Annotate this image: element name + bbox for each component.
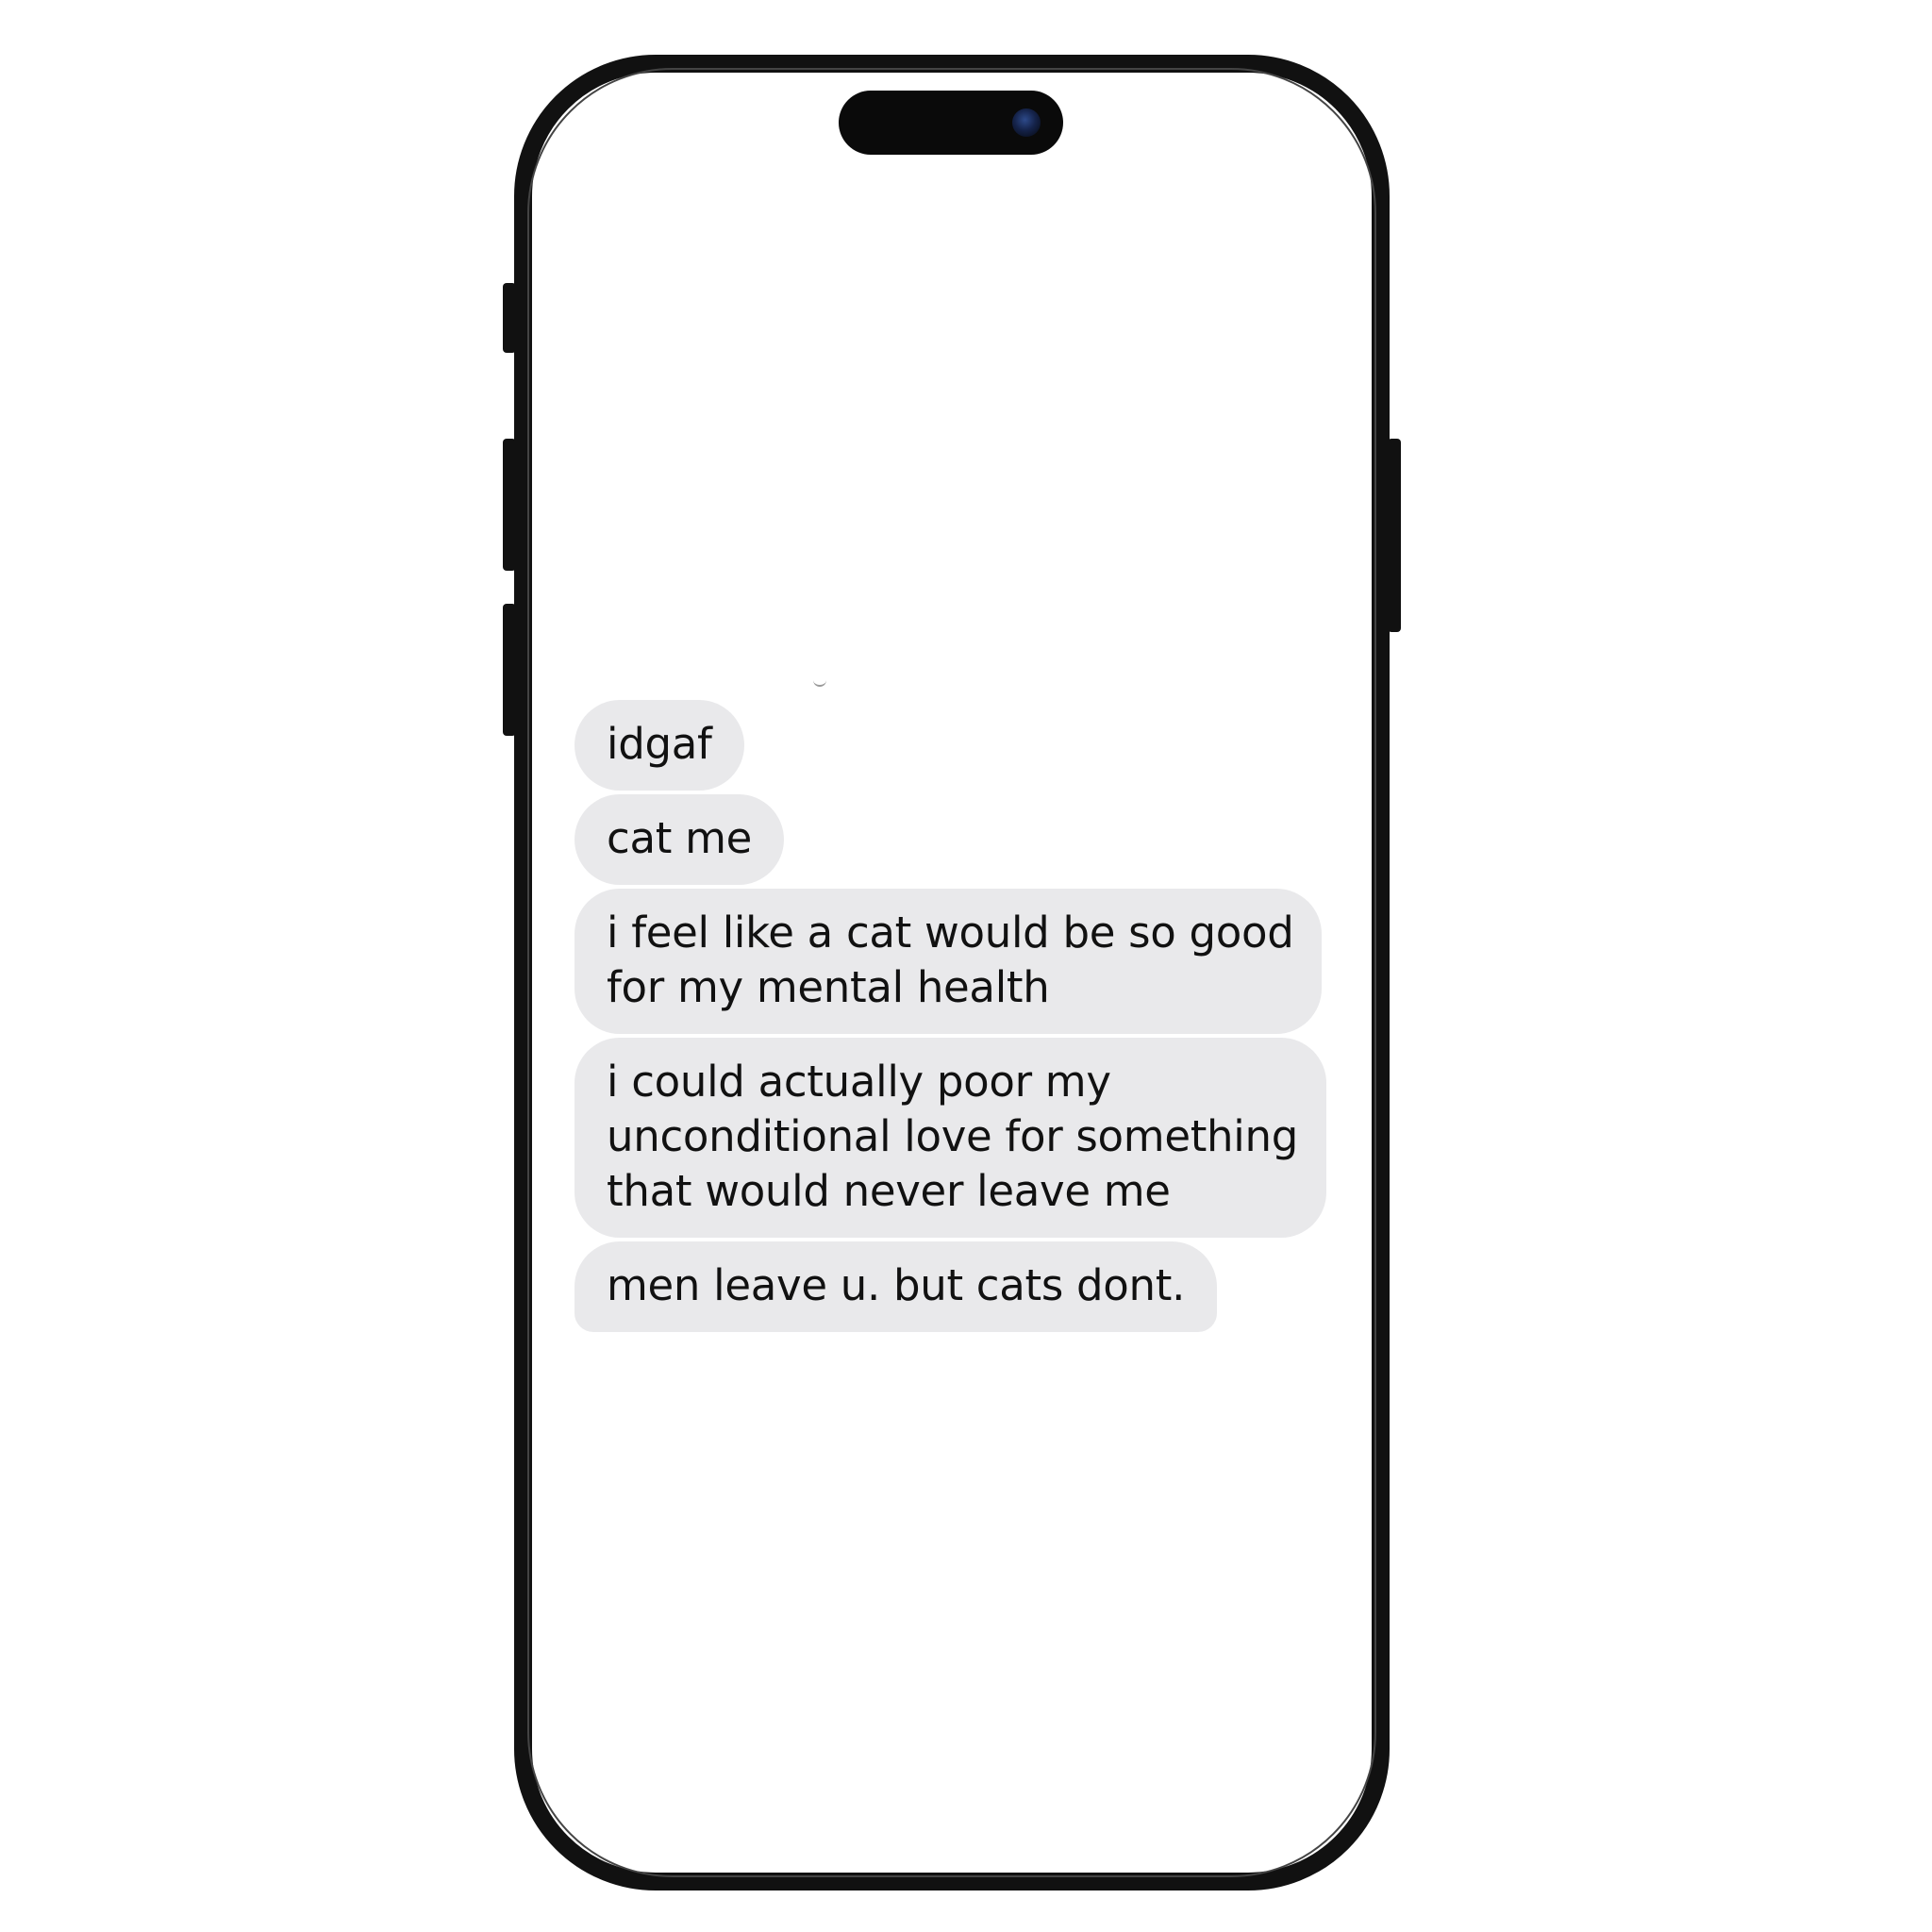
received-message-bubble[interactable]: idgaf	[575, 700, 744, 791]
message-thread[interactable]: idgaf cat me i feel like a cat would be …	[575, 700, 1326, 1336]
message-text-line: unconditional love for something	[607, 1111, 1298, 1161]
power-button[interactable]	[1388, 439, 1401, 632]
received-message-bubble[interactable]: i could actually poor my unconditional l…	[575, 1038, 1326, 1238]
received-message-bubble[interactable]: men leave u. but cats dont.	[575, 1241, 1218, 1332]
message-text: men leave u. but cats dont.	[607, 1260, 1186, 1310]
received-message-bubble[interactable]: cat me	[575, 794, 784, 885]
front-camera-icon	[1012, 108, 1041, 137]
message-text-line: for my mental health	[607, 962, 1050, 1012]
dynamic-island	[839, 91, 1063, 155]
message-text: idgaf	[607, 719, 712, 769]
message-text-line: i feel like a cat would be so good	[607, 908, 1294, 958]
message-text-line: that would never leave me	[607, 1166, 1171, 1216]
message-text-line: i could actually poor my	[607, 1057, 1111, 1107]
received-message-bubble[interactable]: i feel like a cat would be so good for m…	[575, 889, 1323, 1034]
message-text: cat me	[607, 813, 752, 863]
